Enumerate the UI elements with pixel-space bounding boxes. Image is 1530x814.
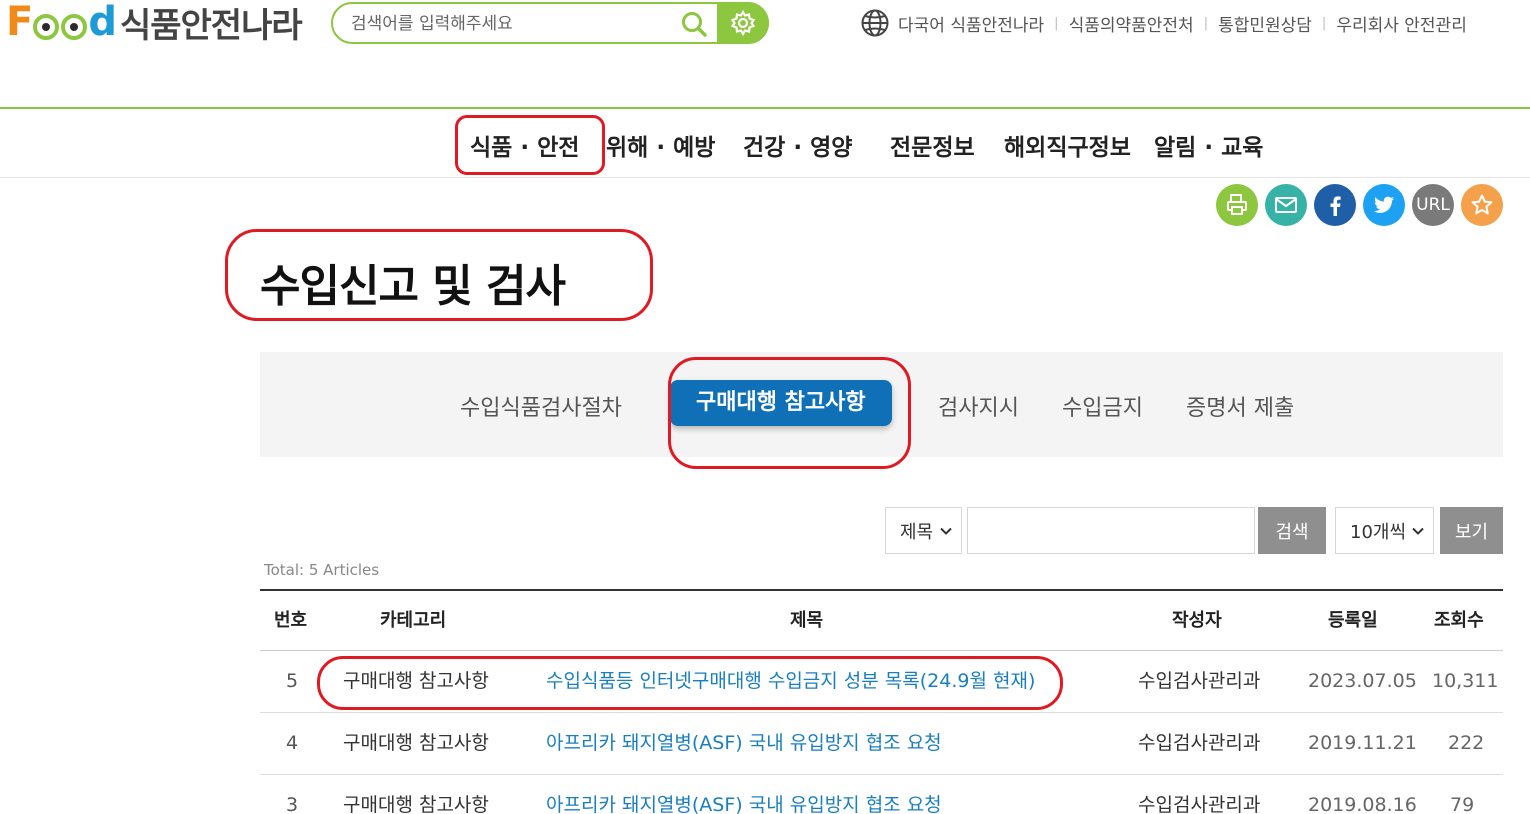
article-table: 번호 카테고리 제목 작성자 등록일 조회수 5 구매대행 참고사항 수입식품등… <box>260 589 1503 814</box>
row-number: 5 <box>286 670 299 692</box>
utility-links: 다국어 식품안전나라 | 식품의약품안전처 | 통합민원상담 | 우리회사 안전… <box>860 8 1467 38</box>
tab-import-ban[interactable]: 수입금지 <box>1062 390 1143 422</box>
column-header-title: 제목 <box>790 610 824 631</box>
chevron-down-icon <box>1412 527 1424 535</box>
logo-letter-d: d <box>88 0 117 45</box>
search-settings-button[interactable] <box>717 2 769 44</box>
column-header-author: 작성자 <box>1172 610 1222 631</box>
email-share-button[interactable] <box>1265 184 1307 226</box>
search-icon <box>682 12 707 37</box>
row-author: 수입검사관리과 <box>1138 794 1261 814</box>
row-category: 구매대행 참고사항 <box>343 670 489 692</box>
site-logo[interactable]: F d 식품안전나라 <box>6 0 303 46</box>
gnb-divider <box>0 177 1530 178</box>
column-header-category: 카테고리 <box>380 610 447 631</box>
twitter-icon <box>1374 196 1394 213</box>
per-page-select[interactable]: 10개씩 <box>1335 507 1434 554</box>
star-icon <box>1471 194 1493 215</box>
total-count: Total: 5 Articles <box>264 561 380 579</box>
list-search-button[interactable]: 검색 <box>1258 507 1326 554</box>
global-search-box <box>331 2 769 44</box>
search-field-select[interactable]: 제목 <box>885 507 962 554</box>
row-views: 79 <box>1450 794 1475 814</box>
column-header-views: 조회수 <box>1434 610 1484 631</box>
print-icon <box>1227 194 1247 215</box>
view-button[interactable]: 보기 <box>1440 507 1503 554</box>
main-navigation: 식품 · 안전 위해 · 예방 건강 · 영양 전문정보 해외직구정보 알림 ·… <box>0 128 1530 164</box>
tab-import-inspection-procedure[interactable]: 수입식품검사절차 <box>460 390 622 422</box>
row-date: 2019.08.16 <box>1308 794 1417 814</box>
util-link-multilingual[interactable]: 다국어 식품안전나라 <box>898 11 1044 36</box>
row-category: 구매대행 참고사항 <box>343 794 489 814</box>
mail-icon <box>1275 197 1297 213</box>
url-icon: URL <box>1416 195 1450 215</box>
gnb-item-overseas-purchase[interactable]: 해외직구정보 <box>1004 128 1131 162</box>
table-header: 번호 카테고리 제목 작성자 등록일 조회수 <box>260 589 1503 651</box>
row-date: 2019.11.21 <box>1308 732 1417 754</box>
gnb-item-food-safety[interactable]: 식품 · 안전 <box>470 128 579 162</box>
column-header-number: 번호 <box>274 610 308 631</box>
url-copy-button[interactable]: URL <box>1412 184 1454 226</box>
table-row: 4 구매대행 참고사항 아프리카 돼지열병(ASF) 국내 유입방지 협조 요청… <box>260 713 1503 775</box>
tab-certificate-submission[interactable]: 증명서 제출 <box>1186 390 1294 422</box>
table-row: 5 구매대행 참고사항 수입식품등 인터넷구매대행 수입금지 성분 목록(24.… <box>260 651 1503 713</box>
util-link-mfds[interactable]: 식품의약품안전처 <box>1069 11 1194 36</box>
per-page-value: 10개씩 <box>1350 521 1407 543</box>
facebook-share-button[interactable] <box>1314 184 1356 226</box>
column-header-date: 등록일 <box>1328 610 1378 631</box>
facebook-icon <box>1330 196 1341 216</box>
divider: | <box>1321 15 1327 31</box>
search-field-value: 제목 <box>900 521 934 543</box>
row-number: 3 <box>286 794 299 814</box>
page-title: 수입신고 및 검사 <box>260 261 566 312</box>
row-title-link[interactable]: 수입식품등 인터넷구매대행 수입금지 성분 목록(24.9월 현재) <box>546 651 1035 711</box>
row-title-link[interactable]: 아프리카 돼지열병(ASF) 국내 유입방지 협조 요청 <box>546 713 942 773</box>
tab-inspection-order[interactable]: 검사지시 <box>938 390 1019 422</box>
search-button[interactable] <box>678 8 710 40</box>
print-button[interactable] <box>1216 184 1258 226</box>
util-link-company-safety[interactable]: 우리회사 안전관리 <box>1336 11 1467 36</box>
row-views: 222 <box>1448 732 1485 754</box>
row-author: 수입검사관리과 <box>1138 732 1261 754</box>
logo-eye-icon <box>61 14 88 40</box>
divider: | <box>1054 15 1059 31</box>
row-date: 2023.07.05 <box>1308 670 1417 692</box>
gnb-item-expert-info[interactable]: 전문정보 <box>890 128 975 162</box>
divider: | <box>1203 15 1209 31</box>
util-link-civil-petition[interactable]: 통합민원상담 <box>1218 11 1312 36</box>
gnb-item-health-nutrition[interactable]: 건강 · 영양 <box>743 128 852 162</box>
sub-tabs: 수입식품검사절차 구매대행 참고사항 검사지시 수입금지 증명서 제출 <box>260 352 1503 457</box>
gnb-item-hazard-prevention[interactable]: 위해 · 예방 <box>606 128 715 162</box>
keyword-input[interactable] <box>967 507 1255 554</box>
logo-korean-name: 식품안전나라 <box>119 5 303 46</box>
tab-purchase-agency-notes[interactable]: 구매대행 참고사항 <box>670 380 892 426</box>
row-author: 수입검사관리과 <box>1138 670 1261 692</box>
twitter-share-button[interactable] <box>1363 184 1405 226</box>
header-divider <box>0 107 1530 109</box>
gear-icon <box>730 10 756 36</box>
gnb-item-notice-education[interactable]: 알림 · 교육 <box>1154 128 1263 162</box>
row-views: 10,311 <box>1432 670 1499 692</box>
share-buttons: URL <box>1216 184 1503 226</box>
global-search-input[interactable] <box>351 12 671 36</box>
row-category: 구매대행 참고사항 <box>343 732 489 754</box>
logo-letter-f: F <box>6 0 33 45</box>
table-row: 3 구매대행 참고사항 아프리카 돼지열병(ASF) 국내 유입방지 협조 요청… <box>260 775 1503 814</box>
chevron-down-icon <box>940 527 952 535</box>
globe-icon <box>861 9 889 37</box>
bookmark-button[interactable] <box>1461 184 1503 226</box>
row-number: 4 <box>286 732 299 754</box>
logo-eye-icon <box>33 14 60 40</box>
row-title-link[interactable]: 아프리카 돼지열병(ASF) 국내 유입방지 협조 요청 <box>546 775 942 814</box>
